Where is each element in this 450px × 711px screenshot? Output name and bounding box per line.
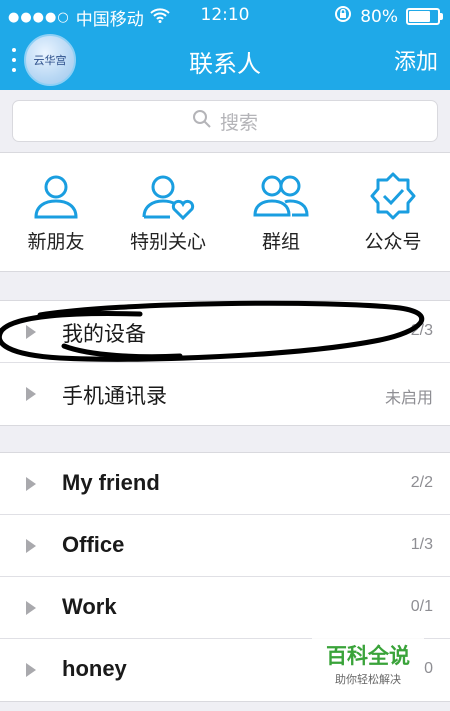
header-bar: ●●●●○ 中国移动 12:10 80% 云华宫 联系人 添加 [0, 0, 450, 90]
quick-action-label: 新朋友 [27, 231, 85, 253]
expand-arrow-icon [26, 601, 36, 615]
group-count: 0/1 [410, 598, 433, 615]
group-name: 手机通讯录 [62, 384, 167, 408]
group-name: My friend [62, 470, 160, 495]
official-account-button[interactable]: 公众号 [337, 171, 449, 254]
expand-arrow-icon [26, 387, 36, 401]
quick-action-label: 公众号 [364, 231, 422, 253]
group-count: 未启用 [384, 388, 433, 407]
quick-action-label: 群组 [261, 231, 300, 253]
nav-bar: 云华宫 联系人 添加 [0, 30, 450, 90]
group-name: honey [62, 656, 127, 681]
special-care-button[interactable]: 特别关心 [112, 171, 224, 254]
group-count: 0 [424, 660, 433, 677]
group-name: Office [62, 532, 125, 557]
search-input[interactable]: 搜索 [12, 100, 438, 142]
search-icon [192, 109, 212, 134]
watermark-sub: 助你轻松解决 [335, 673, 401, 686]
expand-arrow-icon [26, 477, 36, 491]
group-count: 2/3 [410, 322, 433, 339]
group-row-work[interactable]: Work 0/1 [0, 577, 450, 639]
official-account-icon [370, 172, 416, 220]
group-name: 我的设备 [62, 322, 146, 346]
special-care-icon [142, 175, 195, 221]
group-button[interactable]: 群组 [225, 171, 337, 254]
new-friend-button[interactable]: 新朋友 [0, 171, 112, 254]
group-name: Work [62, 594, 117, 619]
rotation-lock-icon [334, 5, 352, 28]
expand-arrow-icon [26, 325, 36, 339]
expand-arrow-icon [26, 539, 36, 553]
group-icon [253, 175, 309, 217]
search-placeholder: 搜索 [219, 111, 258, 134]
watermark-main: 百科全说 [326, 644, 410, 668]
group-count: 1/3 [410, 536, 433, 553]
group-row-my-friend[interactable]: My friend 2/2 [0, 453, 450, 515]
battery-icon [406, 8, 443, 25]
add-button[interactable]: 添加 [394, 44, 438, 76]
group-row-office[interactable]: Office 1/3 [0, 515, 450, 577]
system-group-list: 我的设备 2/3 手机通讯录 未启用 [0, 300, 450, 426]
group-count: 2/2 [410, 474, 433, 491]
status-bar: ●●●●○ 中国移动 12:10 80% [0, 0, 450, 30]
quick-action-label: 特别关心 [129, 231, 206, 253]
group-row-my-devices[interactable]: 我的设备 2/3 [0, 301, 450, 363]
watermark: 百科全说 助你轻松解决 [312, 636, 424, 688]
new-friend-icon [34, 175, 78, 219]
page-title: 联系人 [189, 50, 261, 78]
expand-arrow-icon [26, 663, 36, 677]
group-row-phone-contacts[interactable]: 手机通讯录 未启用 [0, 363, 450, 425]
quick-actions: 新朋友 特别关心 群组 公众号 [0, 152, 450, 272]
battery-percent: 80% [360, 6, 398, 27]
